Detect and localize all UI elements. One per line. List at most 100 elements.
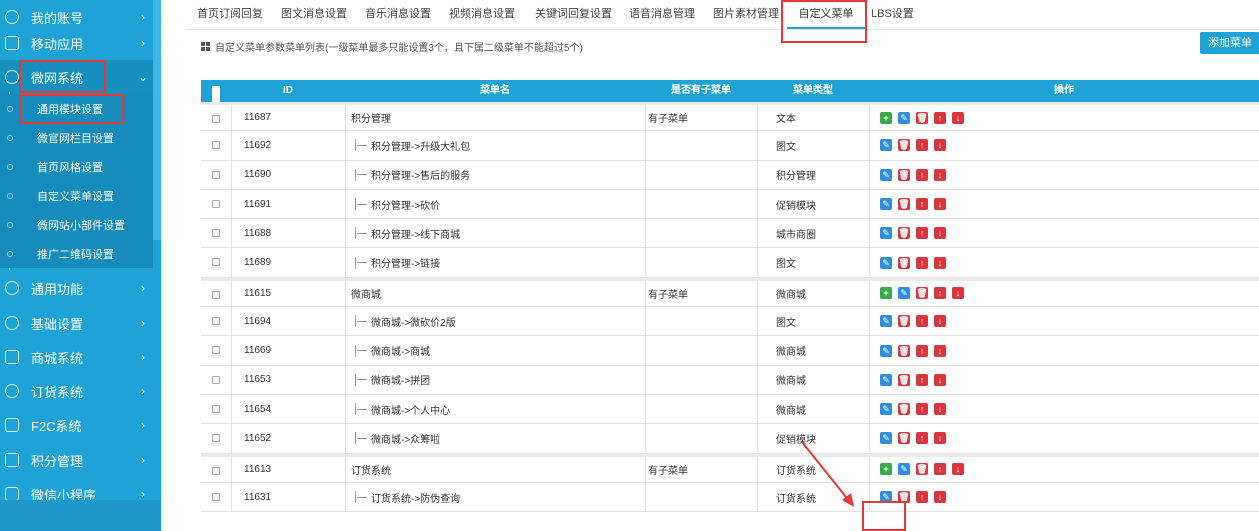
edit-icon[interactable]: ✎ xyxy=(880,432,892,445)
trash-icon[interactable]: 🗑 xyxy=(898,256,910,269)
tab-keyword-reply[interactable]: 关键词回复设置 xyxy=(535,0,612,29)
tab-lbs-settings[interactable]: LBS设置 xyxy=(871,0,914,29)
edit-icon[interactable]: ✎ xyxy=(880,198,892,211)
tab-news-message[interactable]: 图文消息设置 xyxy=(281,0,347,29)
arrow-down-icon[interactable]: ↓ xyxy=(934,139,946,152)
tab-voice-message[interactable]: 语音消息管理 xyxy=(629,0,695,29)
arrow-up-icon[interactable]: ↑ xyxy=(916,432,928,445)
arrow-down-icon[interactable]: ↓ xyxy=(934,168,946,181)
edit-icon[interactable]: ✎ xyxy=(880,168,892,181)
arrow-down-icon[interactable]: ↓ xyxy=(934,315,946,328)
edit-icon[interactable]: ✎ xyxy=(880,256,892,269)
arrow-up-icon[interactable]: ↑ xyxy=(934,111,946,124)
arrow-up-icon[interactable]: ↑ xyxy=(916,139,928,152)
trash-icon[interactable]: 🗑 xyxy=(898,373,910,386)
tab-image-assets[interactable]: 图片素材管理 xyxy=(713,0,779,29)
arrow-down-icon[interactable]: ↓ xyxy=(934,403,946,416)
trash-icon[interactable]: 🗑 xyxy=(898,403,910,416)
tab-custom-menu[interactable]: 自定义菜单 xyxy=(787,0,865,29)
row-checkbox[interactable] xyxy=(212,375,220,384)
arrow-up-icon[interactable]: ↑ xyxy=(916,168,928,181)
sidebar-item-microsite[interactable]: 微网系统 ⌄ xyxy=(0,60,153,94)
sidebar-subitem-general-module[interactable]: 通用模块设置 xyxy=(0,94,153,123)
trash-icon[interactable]: 🗑 xyxy=(898,198,910,211)
row-checkbox[interactable] xyxy=(212,258,220,267)
arrow-down-icon[interactable]: ↓ xyxy=(934,373,946,386)
row-checkbox[interactable] xyxy=(212,290,220,299)
trash-icon[interactable]: 🗑 xyxy=(898,344,910,357)
trash-icon[interactable]: 🗑 xyxy=(916,463,928,476)
arrow-up-icon[interactable]: ↑ xyxy=(916,491,928,503)
arrow-down-icon[interactable]: ↓ xyxy=(934,344,946,357)
edit-icon[interactable]: ✎ xyxy=(898,287,910,300)
sidebar-subitem-home-style[interactable]: 首页风格设置 xyxy=(0,152,153,181)
edit-icon[interactable]: ✎ xyxy=(880,227,892,240)
arrow-down-icon[interactable]: ↓ xyxy=(952,111,964,124)
arrow-up-icon[interactable]: ↑ xyxy=(934,287,946,300)
tab-video-message[interactable]: 视频消息设置 xyxy=(449,0,515,29)
sidebar-subitem-widgets[interactable]: 微网站小部件设置 xyxy=(0,210,153,239)
arrow-up-icon[interactable]: ↑ xyxy=(916,227,928,240)
row-checkbox[interactable] xyxy=(212,346,220,355)
row-checkbox[interactable] xyxy=(212,141,220,150)
sidebar-item-mall-system[interactable]: 商城系统 › xyxy=(0,340,153,374)
add-submenu-icon[interactable]: + xyxy=(880,463,892,476)
arrow-down-icon[interactable]: ↓ xyxy=(952,287,964,300)
add-submenu-icon[interactable]: + xyxy=(880,287,892,300)
row-checkbox[interactable] xyxy=(212,492,220,501)
tab-music-message[interactable]: 音乐消息设置 xyxy=(365,0,431,29)
add-submenu-icon[interactable]: + xyxy=(880,111,892,124)
row-checkbox[interactable] xyxy=(212,434,220,443)
trash-icon[interactable]: 🗑 xyxy=(898,139,910,152)
sidebar-scrollbar[interactable] xyxy=(153,0,161,240)
trash-icon[interactable]: 🗑 xyxy=(916,111,928,124)
trash-icon[interactable]: 🗑 xyxy=(898,168,910,181)
arrow-up-icon[interactable]: ↑ xyxy=(934,463,946,476)
trash-icon[interactable]: 🗑 xyxy=(898,432,910,445)
edit-icon[interactable]: ✎ xyxy=(880,344,892,357)
row-checkbox[interactable] xyxy=(212,229,220,238)
sidebar-item-basic-settings[interactable]: 基础设置 › xyxy=(0,306,153,340)
sidebar-item-points[interactable]: 积分管理 › xyxy=(0,443,153,477)
edit-icon[interactable]: ✎ xyxy=(898,111,910,124)
arrow-up-icon[interactable]: ↑ xyxy=(916,198,928,211)
edit-icon[interactable]: ✎ xyxy=(880,315,892,328)
sidebar-item-general-functions[interactable]: 通用功能 › xyxy=(0,271,153,305)
sidebar-subitem-custom-menu[interactable]: 自定义菜单设置 xyxy=(0,181,153,210)
arrow-up-icon[interactable]: ↑ xyxy=(916,403,928,416)
arrow-down-icon[interactable]: ↓ xyxy=(952,463,964,476)
arrow-up-icon[interactable]: ↑ xyxy=(916,344,928,357)
row-checkbox[interactable] xyxy=(212,317,220,326)
row-checkbox[interactable] xyxy=(212,170,220,179)
edit-icon[interactable]: ✎ xyxy=(880,491,892,503)
arrow-down-icon[interactable]: ↓ xyxy=(934,256,946,269)
row-checkbox[interactable] xyxy=(212,199,220,208)
sidebar-item-f2c-system[interactable]: F2C系统 › xyxy=(0,408,153,442)
column-divider xyxy=(757,424,758,453)
sidebar-item-order-system[interactable]: 订货系统 › xyxy=(0,374,153,408)
arrow-up-icon[interactable]: ↑ xyxy=(916,315,928,328)
edit-icon[interactable]: ✎ xyxy=(880,139,892,152)
row-checkbox[interactable] xyxy=(212,466,220,475)
arrow-down-icon[interactable]: ↓ xyxy=(934,491,946,503)
row-checkbox[interactable] xyxy=(212,404,220,413)
trash-icon[interactable]: 🗑 xyxy=(898,315,910,328)
arrow-down-icon[interactable]: ↓ xyxy=(934,198,946,211)
sidebar-item-mobile-apps[interactable]: 移动应用 › xyxy=(0,26,153,60)
add-menu-button[interactable]: 添加菜单 xyxy=(1200,32,1259,54)
trash-icon[interactable]: 🗑 xyxy=(916,287,928,300)
row-checkbox[interactable] xyxy=(212,115,220,123)
arrow-down-icon[interactable]: ↓ xyxy=(934,227,946,240)
edit-icon[interactable]: ✎ xyxy=(880,403,892,416)
column-divider xyxy=(869,105,870,131)
trash-icon[interactable]: 🗑 xyxy=(898,491,910,503)
sidebar-subitem-qrcode[interactable]: 推广二维码设置 xyxy=(0,239,153,268)
edit-icon[interactable]: ✎ xyxy=(880,373,892,386)
trash-icon[interactable]: 🗑 xyxy=(898,227,910,240)
arrow-down-icon[interactable]: ↓ xyxy=(934,432,946,445)
sidebar-subitem-column-settings[interactable]: 微官网栏目设置 xyxy=(0,123,153,152)
arrow-up-icon[interactable]: ↑ xyxy=(916,256,928,269)
edit-icon[interactable]: ✎ xyxy=(898,463,910,476)
tab-subscribe-reply[interactable]: 首页订阅回复 xyxy=(197,0,263,29)
arrow-up-icon[interactable]: ↑ xyxy=(916,373,928,386)
